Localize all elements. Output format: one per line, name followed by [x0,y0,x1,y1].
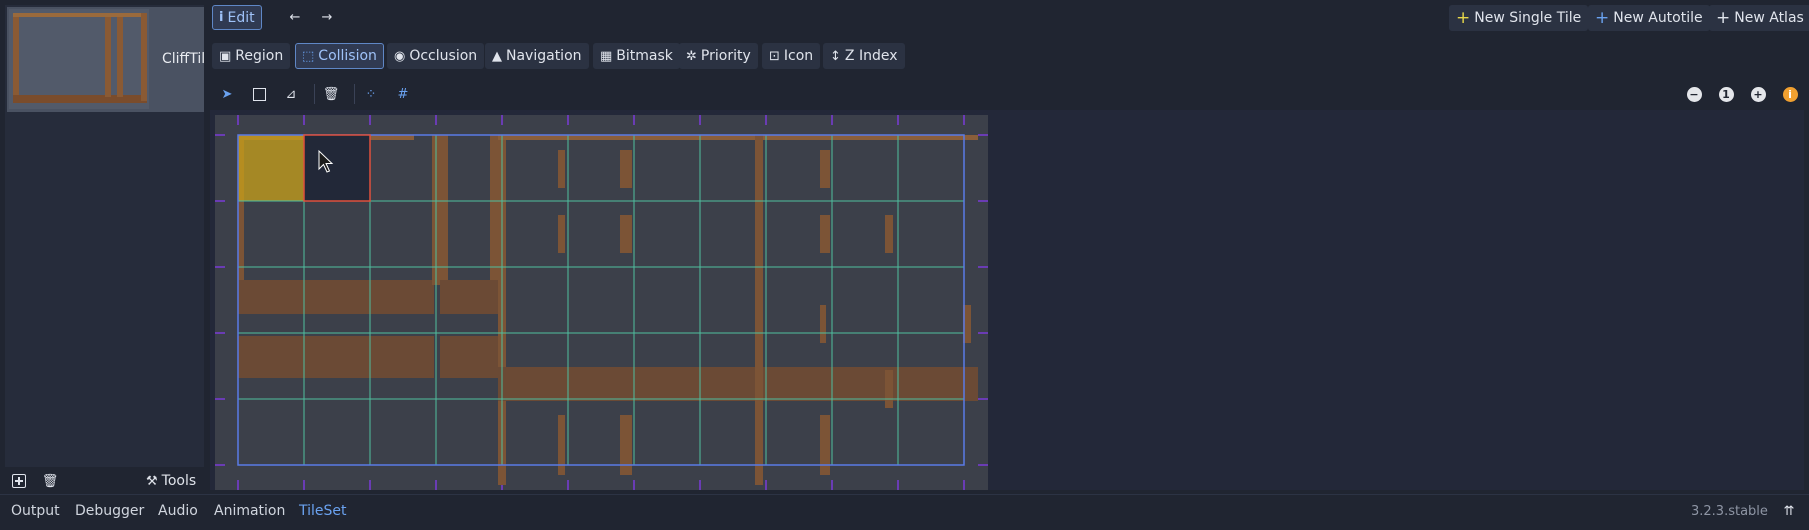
tileset-list-item[interactable]: CliffTiles.png [7,7,204,112]
tab-label: Collision [318,48,377,64]
plus-icon: + [1456,7,1471,28]
zoom-in-icon: + [1750,86,1766,102]
new-atlas-button[interactable]: + New Atlas [1709,5,1809,31]
info-button[interactable]: i [1779,83,1801,105]
zindex-icon: ↕ [830,48,841,64]
trash-icon: 🗑 [41,473,59,489]
bottom-tab-debugger[interactable]: Debugger [75,503,144,519]
tab-label: Navigation [506,48,582,64]
delete-icon: 🗑 [322,86,340,102]
new-single-tile-label: New Single Tile [1474,10,1582,26]
plus-icon: + [1716,7,1731,28]
tool-separator [354,84,355,104]
zoom-in-button[interactable]: + [1747,83,1769,105]
occlusion-icon: ◉ [394,48,406,64]
edit-button[interactable]: i Edit [212,5,262,30]
tools-menu-button[interactable]: ⚒ Tools [146,473,196,489]
grid-snap-button[interactable]: # [392,83,414,105]
bottom-tab-animation[interactable]: Animation [214,503,285,519]
keep-inside-button[interactable]: ⁘ [360,83,382,105]
new-atlas-label: New Atlas [1734,10,1804,26]
forward-button[interactable]: → [316,6,338,28]
add-tileset-button[interactable] [8,470,30,492]
arrow-right-icon: → [321,9,333,25]
bitmask-icon: ▦ [600,48,613,64]
tileset-item-label: CliffTiles.png [162,51,204,67]
tileset-canvas[interactable] [215,115,988,490]
rectangle-icon [252,87,266,101]
collision-icon: ⬚ [302,48,315,64]
keep-inside-icon: ⁘ [365,86,377,102]
region-icon: ▣ [219,48,232,64]
tab-priority[interactable]: ✲ Priority [679,43,758,69]
info-edit-icon: i [219,10,224,25]
remove-tileset-button[interactable]: 🗑 [39,470,61,492]
select-tool-button[interactable]: ➤ [216,83,238,105]
arrow-left-icon: ← [289,9,301,25]
info-icon: i [1782,86,1798,102]
zoom-out-icon: − [1686,86,1702,102]
tab-label: Priority [700,48,751,64]
tab-label: Icon [783,48,814,64]
tab-label: Region [235,48,284,64]
tab-navigation[interactable]: ▲ Navigation [485,43,589,69]
zoom-out-button[interactable]: − [1683,83,1705,105]
tab-label: Bitmask [616,48,673,64]
zoom-reset-label: 1 [1718,86,1734,102]
collapse-panel-icon: ⇈ [1783,503,1795,519]
tab-occlusion[interactable]: ◉ Occlusion [387,43,485,69]
new-single-tile-button[interactable]: + New Single Tile [1449,5,1589,31]
collapse-panel-button[interactable]: ⇈ [1778,500,1800,522]
bottom-tab-tileset[interactable]: TileSet [299,503,347,519]
edit-label: Edit [227,9,255,26]
priority-icon: ✲ [686,48,697,64]
delete-shape-button[interactable]: 🗑 [320,83,342,105]
tileset-thumbnail [9,9,149,109]
navigation-icon: ▲ [492,48,502,64]
tab-label: Z Index [844,48,898,64]
tab-z-index[interactable]: ↕ Z Index [823,43,905,69]
back-button[interactable]: ← [284,6,306,28]
version-label: 3.2.3.stable [1691,504,1768,519]
tab-label: Occlusion [409,48,478,64]
tools-icon: ⚒ [146,473,158,489]
plus-icon: + [1595,7,1610,28]
bottom-tab-output[interactable]: Output [11,503,60,519]
bottom-tab-audio[interactable]: Audio [158,503,198,519]
tab-bitmask[interactable]: ▦ Bitmask [593,43,680,69]
tools-label: Tools [161,473,197,489]
selected-tile[interactable] [303,134,371,202]
highlighted-tile[interactable] [238,135,304,201]
grid-snap-icon: # [397,86,409,102]
icon-mode-icon: ⊡ [769,48,780,64]
new-autotile-label: New Autotile [1613,10,1703,26]
new-autotile-button[interactable]: + New Autotile [1588,5,1710,31]
select-icon: ➤ [221,86,233,102]
zoom-reset-button[interactable]: 1 [1715,83,1737,105]
rectangle-tool-button[interactable] [248,83,270,105]
tool-separator [314,84,315,104]
tab-region[interactable]: ▣ Region [212,43,291,69]
tab-icon[interactable]: ⊡ Icon [762,43,821,69]
polygon-tool-button[interactable]: ⊿ [280,83,302,105]
tab-collision[interactable]: ⬚ Collision [295,43,384,69]
polygon-icon: ⊿ [285,86,297,102]
plus-box-icon [12,474,26,488]
